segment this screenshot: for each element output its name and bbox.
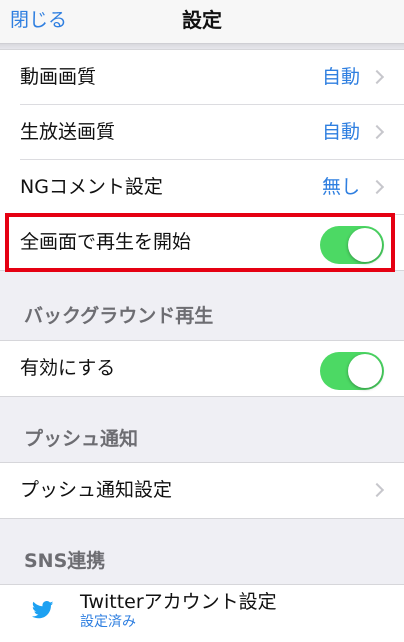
video-quality-value: 自動 xyxy=(321,66,360,88)
page-title: 設定 xyxy=(182,8,222,32)
background-playback-header: バックグラウンド再生 xyxy=(24,305,214,327)
background-enable-row: 有効にする xyxy=(20,341,404,396)
video-quality-row[interactable]: 動画画質 自動 xyxy=(20,50,404,105)
twitter-bird-icon xyxy=(32,601,54,619)
chevron-right-icon xyxy=(369,69,385,85)
live-quality-value: 自動 xyxy=(321,121,360,143)
push-settings-label: プッシュ通知設定 xyxy=(20,479,173,501)
live-quality-row[interactable]: 生放送画質 自動 xyxy=(20,105,404,160)
highlight-box xyxy=(5,213,395,272)
twitter-account-settings-label: Twitterアカウント設定 xyxy=(80,591,277,613)
chevron-right-icon xyxy=(369,482,385,498)
ng-comment-row[interactable]: NGコメント設定 無し xyxy=(20,160,404,215)
video-quality-label: 動画画質 xyxy=(20,66,97,88)
chevron-right-icon xyxy=(369,179,385,195)
navigation-bar: 閉じる 設定 xyxy=(0,0,404,44)
sns-header: SNS連携 xyxy=(24,550,106,572)
background-enable-toggle[interactable] xyxy=(320,352,384,390)
push-settings-row[interactable]: プッシュ通知設定 xyxy=(20,463,404,518)
live-quality-label: 生放送画質 xyxy=(20,121,116,143)
background-playback-group: 有効にする xyxy=(0,340,404,397)
push-notification-header: プッシュ通知 xyxy=(24,428,139,450)
push-notification-group: プッシュ通知設定 xyxy=(0,462,404,519)
ng-comment-value: 無し xyxy=(321,176,360,198)
background-enable-label: 有効にする xyxy=(20,357,116,379)
toggle-knob xyxy=(348,354,382,388)
ng-comment-label: NGコメント設定 xyxy=(20,176,163,198)
twitter-status-label: 設定済み xyxy=(80,614,136,630)
chevron-right-icon xyxy=(369,124,385,140)
